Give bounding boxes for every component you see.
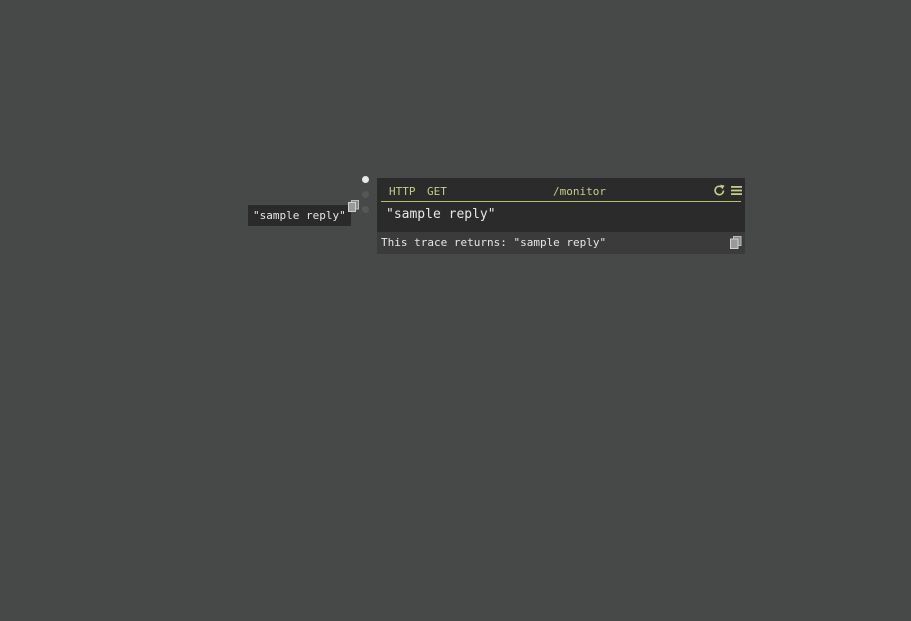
protocol-label: HTTP [389,185,416,198]
trace-summary: This trace returns: "sample reply" [381,236,607,249]
history-dot-active[interactable] [362,176,369,183]
path-label: /monitor [553,185,606,198]
copy-icon[interactable] [730,236,742,249]
history-dot[interactable] [362,206,369,213]
panel-header: HTTP GET /monitor [381,182,742,202]
method-label: GET [427,185,447,198]
menu-icon[interactable] [731,184,742,197]
panel-footer: This trace returns: "sample reply" [377,232,745,254]
copy-icon[interactable] [348,200,360,212]
result-chip: "sample reply" [248,205,351,226]
response-value: "sample reply" [386,207,496,222]
history-dot[interactable] [362,191,369,198]
refresh-icon[interactable] [713,184,726,197]
trace-panel: HTTP GET /monitor "sample reply" This tr… [377,178,745,254]
